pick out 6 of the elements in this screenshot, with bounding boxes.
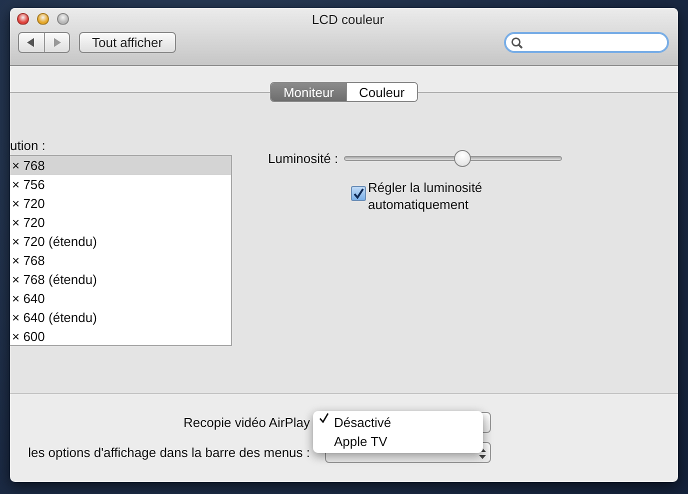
airplay-label: Recopie vidéo AirPlay bbox=[182, 415, 310, 430]
brightness-label: Luminosité : bbox=[268, 151, 338, 166]
resolution-label: ution : bbox=[10, 138, 46, 153]
menu-bar-options-label: les options d'affichage dans la barre des menus : bbox=[27, 445, 310, 460]
window-title: LCD couleur bbox=[310, 12, 386, 26]
checkbox-label: Régler la luminosité automatiquement bbox=[368, 179, 484, 213]
